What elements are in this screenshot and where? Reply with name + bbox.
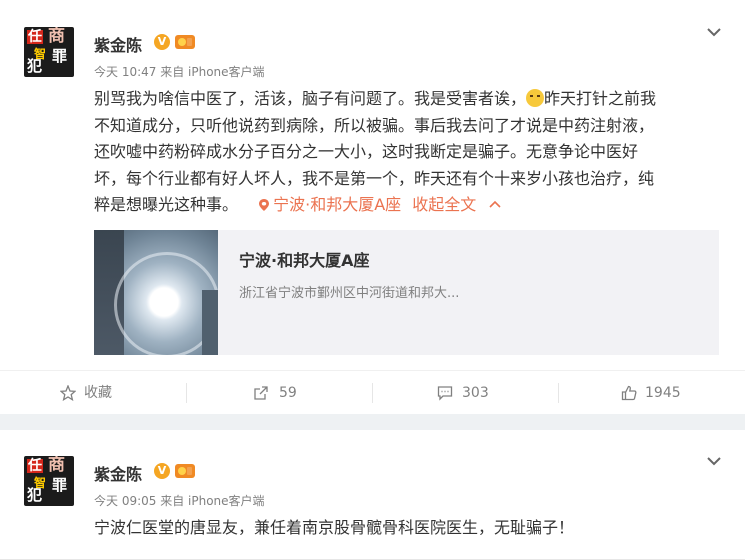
location-card-address: 浙江省宁波市鄞州区中河街道和邦大...: [239, 286, 460, 301]
post-text: 宁波仁医堂的唐显友，兼任着南京股骨髋骨科医院医生，无耻骗子！: [94, 518, 575, 537]
like-count: 1945: [645, 385, 681, 401]
repost-count: 59: [279, 385, 297, 401]
post-meta[interactable]: 今天 09:05 来自 iPhone客户端: [94, 492, 265, 509]
avatar-char: 商: [48, 27, 65, 46]
location-photo: [94, 230, 218, 355]
post-text: 别骂我为啥信中医了，活该，脑子有问题了。我是受害者诶， 昨天打针之前我 不知道成分…: [94, 86, 714, 219]
chevron-up-icon: [489, 200, 501, 208]
member-level-icon: [175, 464, 195, 478]
repost-icon: [254, 386, 268, 400]
avatar-char: 罪: [52, 47, 68, 65]
star-icon: [60, 385, 76, 401]
avatar-char: 罪: [52, 476, 68, 494]
author-name[interactable]: 紫金陈: [94, 32, 142, 56]
crying-emoji-icon: [526, 89, 545, 107]
repost-button[interactable]: 59: [253, 371, 353, 415]
favorite-label: 收藏: [84, 385, 112, 401]
collapse-label: 收起全文: [412, 195, 477, 214]
post-meta[interactable]: 今天 10:47 来自 iPhone客户端: [94, 63, 265, 80]
thumbs-up-icon: [621, 385, 637, 401]
location-link[interactable]: 宁波·和邦大厦A座: [259, 195, 406, 214]
comment-count: 303: [462, 385, 489, 401]
post-text-segment: 别骂我为啥信中医了，活该，脑子有问题了。我是受害者诶，: [94, 89, 527, 108]
member-level-icon: [175, 35, 195, 49]
verified-icon: V: [154, 463, 170, 479]
like-button[interactable]: 1945: [621, 371, 721, 415]
location-pin-icon: [259, 199, 270, 211]
weibo-post-2: 任 商 智 罪 犯 紫金陈 V 今天 09:05 来自 iPhone客户端 宁波…: [0, 430, 745, 560]
chevron-down-icon[interactable]: [707, 453, 721, 467]
avatar[interactable]: 任 商 智 罪 犯: [24, 456, 74, 506]
avatar-char: 任: [27, 458, 43, 474]
location-label: 宁波·和邦大厦A座: [273, 195, 402, 214]
avatar-char: 犯: [27, 57, 43, 75]
author-name[interactable]: 紫金陈: [94, 461, 142, 485]
post-text-line: 还吹嘘中药粉碎成水分子百分之一大小，这时我断定是骗子。无意争论中医好: [94, 142, 639, 161]
comment-button[interactable]: 303: [437, 371, 537, 415]
collapse-link[interactable]: 收起全文: [412, 195, 501, 214]
comment-icon: [437, 386, 453, 401]
location-card[interactable]: 宁波·和邦大厦A座 浙江省宁波市鄞州区中河街道和邦大...: [94, 230, 719, 355]
favorite-button[interactable]: 收藏: [60, 371, 180, 415]
post-text-segment: 昨天打针之前我: [544, 89, 657, 108]
post-text-segment: 粹是想曝光这种事。: [94, 195, 239, 214]
chevron-down-icon[interactable]: [707, 24, 721, 38]
verified-icon: V: [154, 34, 170, 50]
weibo-post-1: 任 商 智 罪 犯 紫金陈 V 今天 10:47 来自 iPhone客户端 别骂…: [0, 0, 745, 415]
post-separator: [0, 414, 745, 430]
avatar[interactable]: 任 商 智 罪 犯: [24, 27, 74, 77]
location-card-title: 宁波·和邦大厦A座: [239, 251, 370, 270]
avatar-char: 犯: [27, 486, 43, 504]
action-bar: 收藏 59 303 1945: [0, 370, 745, 415]
avatar-char: 任: [27, 29, 43, 45]
post-text-line: 不知道成分，只听他说药到病除，所以被骗。事后我去问了才说是中药注射液，: [94, 115, 655, 135]
avatar-char: 商: [48, 456, 65, 475]
post-text-line: 坏，每个行业都有好人坏人，我不是第一个，昨天还有个十来岁小孩也治疗，纯: [94, 168, 655, 188]
